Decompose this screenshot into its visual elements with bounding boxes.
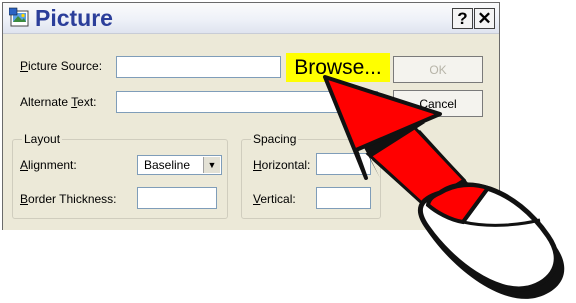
close-button[interactable]: ✕ [474,8,495,29]
vertical-label: Vertical: [253,192,296,206]
picture-app-icon [9,7,29,27]
help-button[interactable]: ? [452,8,473,29]
help-icon: ? [457,8,468,28]
dropdown-arrow-icon[interactable]: ▼ [203,157,220,173]
layout-group-title: Layout [22,132,63,146]
alignment-label: Alignment: [20,158,77,172]
alignment-select[interactable]: Baseline ▼ [137,155,222,175]
border-thickness-label: Border Thickness: [20,192,117,206]
picture-source-input[interactable] [116,56,281,78]
cancel-button[interactable]: Cancel [393,90,483,117]
dialog-title: Picture [35,5,113,31]
ok-button[interactable]: OK [393,56,483,83]
horizontal-input[interactable] [316,153,371,175]
picture-source-label: Picture Source: [20,59,103,73]
alternate-text-input[interactable] [116,91,378,113]
alternate-text-label: Alternate Text: [20,95,97,109]
browse-button[interactable]: Browse... [286,53,390,82]
vertical-input[interactable] [316,187,371,209]
title-bar: Picture ? ✕ [3,3,499,34]
spacing-group-title: Spacing [251,132,299,146]
border-thickness-input[interactable] [137,187,217,209]
picture-dialog: Picture ? ✕ Picture Source: OK Alternate… [2,2,500,230]
horizontal-label: Horizontal: [253,158,311,172]
close-icon: ✕ [477,8,492,28]
